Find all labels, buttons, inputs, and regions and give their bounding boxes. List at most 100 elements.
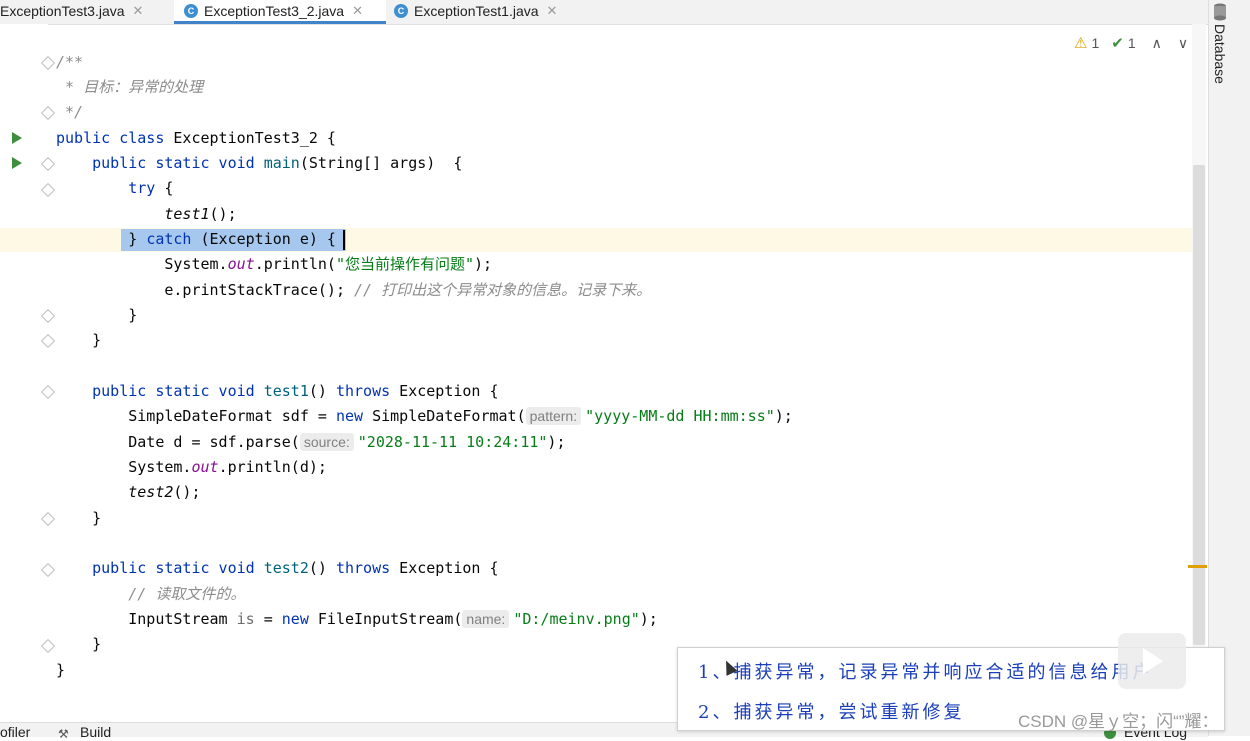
code-text: {: [155, 179, 174, 197]
code-text: =: [254, 610, 282, 628]
code-line[interactable]: }: [56, 328, 101, 353]
code-line[interactable]: } catch (Exception e) {: [56, 227, 336, 252]
code-text: .println(d);: [218, 458, 327, 476]
code-text: System.: [56, 255, 228, 273]
tab-label: ExceptionTest1.java: [414, 3, 539, 19]
string-literal: "D:/meinv.png": [513, 610, 640, 628]
code-line[interactable]: InputStream is = new FileInputStream(nam…: [56, 607, 658, 632]
keyword: new: [281, 610, 309, 628]
inspection-widget[interactable]: ⚠ 1 ✔ 1 ∧ ∨: [1074, 34, 1192, 53]
code-line[interactable]: // 读取文件的。: [56, 582, 245, 607]
database-panel-button[interactable]: Database: [1212, 24, 1228, 84]
scrollbar-thumb[interactable]: [1193, 165, 1205, 645]
code-text: (): [308, 382, 336, 400]
code-line[interactable]: test2();: [56, 480, 201, 505]
code-text: Exception {: [390, 559, 499, 577]
code-line[interactable]: e.printStackTrace(); // 打印出这个异常对象的信息。记录下…: [56, 278, 651, 303]
method-call: test1: [56, 205, 210, 223]
weak-warning-count: 1: [1127, 35, 1136, 51]
code-line[interactable]: public static void test2() throws Except…: [56, 556, 499, 581]
method-name: main: [254, 154, 300, 172]
code-line[interactable]: */: [56, 100, 83, 125]
code-line[interactable]: public class ExceptionTest3_2 {: [56, 126, 336, 151]
comment: // 打印出这个异常对象的信息。记录下来。: [354, 281, 652, 299]
code-text: FileInputStream(: [308, 610, 463, 628]
code-line[interactable]: try {: [56, 176, 173, 201]
play-icon: [1143, 648, 1163, 674]
run-main-icon[interactable]: [12, 157, 22, 169]
keyword: throws: [335, 559, 391, 577]
code-text: );: [639, 610, 658, 628]
warning-icon: ⚠: [1074, 35, 1088, 52]
code-line[interactable]: * 目标：异常的处理: [56, 75, 203, 100]
keyword: catch: [146, 230, 192, 248]
code-text: InputStream: [56, 610, 237, 628]
weak-warning-icon: ✔: [1111, 35, 1124, 52]
code-text: );: [547, 433, 566, 451]
annotation-line-2: 2、捕获异常，尝试重新修复: [698, 702, 965, 723]
annotation-line-1: 1、捕获异常，记录异常并响应合适的信息给用户: [698, 662, 1154, 683]
code-text: SimpleDateFormat sdf =: [56, 407, 336, 425]
run-class-icon[interactable]: [12, 132, 22, 144]
database-icon[interactable]: [1213, 3, 1227, 21]
code-line[interactable]: public static void main(String[] args) {: [56, 151, 462, 176]
variable: is: [236, 610, 255, 628]
chevron-down-icon[interactable]: ∨: [1178, 35, 1188, 52]
watermark: CSDN @星ｙ空；闪“”耀：: [1018, 712, 1219, 731]
code-line[interactable]: }: [56, 506, 101, 531]
code-line[interactable]: }: [56, 303, 137, 328]
code-text: ();: [209, 205, 237, 223]
close-icon[interactable]: ✕: [547, 3, 558, 19]
code-text: ExceptionTest3_2 {: [164, 129, 336, 147]
code-text: }: [56, 230, 147, 248]
code-line[interactable]: public static void test1() throws Except…: [56, 379, 499, 404]
code-line[interactable]: test1();: [56, 202, 237, 227]
code-line[interactable]: }: [56, 632, 101, 657]
string-literal: "yyyy-MM-dd HH:mm:ss": [585, 407, 775, 425]
code-line[interactable]: System.out.println("您当前操作有问题");: [56, 252, 492, 277]
profiler-tool-button[interactable]: ofiler: [0, 724, 30, 740]
static-field: out: [227, 255, 255, 273]
code-text: System.: [56, 458, 192, 476]
code-text: Exception {: [390, 382, 499, 400]
tab-exceptiontest3-2[interactable]: C ExceptionTest3_2.java ✕: [174, 0, 386, 24]
code-text: );: [474, 255, 493, 273]
code-line[interactable]: Date d = sdf.parse(source: "2028-11-11 10…: [56, 430, 565, 455]
right-tool-strip: [1208, 0, 1250, 736]
close-icon[interactable]: ✕: [133, 3, 144, 19]
editor-gutter: [0, 24, 48, 724]
tab-label: ExceptionTest3.java: [0, 3, 125, 19]
code-text: (): [308, 559, 336, 577]
code-line[interactable]: SimpleDateFormat sdf = new SimpleDateFor…: [56, 404, 793, 429]
java-class-icon: C: [394, 4, 408, 18]
java-class-icon: C: [184, 4, 198, 18]
parameter-hint: name:: [462, 610, 510, 628]
code-text: Date d = sdf.parse(: [56, 433, 300, 451]
method-name: test1: [254, 382, 309, 400]
build-tool-button[interactable]: Build: [80, 724, 111, 740]
keyword: public class: [56, 129, 165, 147]
keyword: public static void: [56, 559, 255, 577]
method-name: test2: [254, 559, 309, 577]
close-icon[interactable]: ✕: [352, 3, 363, 19]
code-line[interactable]: System.out.println(d);: [56, 455, 327, 480]
code-text: (String[] args) {: [299, 154, 463, 172]
keyword: new: [335, 407, 364, 425]
method-call: test2: [56, 483, 174, 501]
chevron-up-icon[interactable]: ∧: [1152, 35, 1162, 52]
string-literal: "您当前操作有问题": [335, 255, 475, 273]
warning-marker[interactable]: [1188, 565, 1207, 568]
code-text: .println(: [254, 255, 336, 273]
tab-label: ExceptionTest3_2.java: [204, 3, 345, 19]
keyword: throws: [335, 382, 391, 400]
keyword: public static void: [56, 382, 255, 400]
code-text: ();: [173, 483, 201, 501]
code-line[interactable]: /**: [56, 50, 83, 75]
code-text: SimpleDateFormat(: [363, 407, 526, 425]
text-caret: [343, 230, 345, 250]
tab-exceptiontest3[interactable]: ExceptionTest3.java ✕: [0, 0, 172, 22]
tab-exceptiontest1[interactable]: C ExceptionTest1.java ✕: [394, 0, 584, 22]
code-line[interactable]: }: [56, 658, 65, 683]
static-field: out: [191, 458, 219, 476]
parameter-hint: pattern:: [525, 407, 582, 425]
